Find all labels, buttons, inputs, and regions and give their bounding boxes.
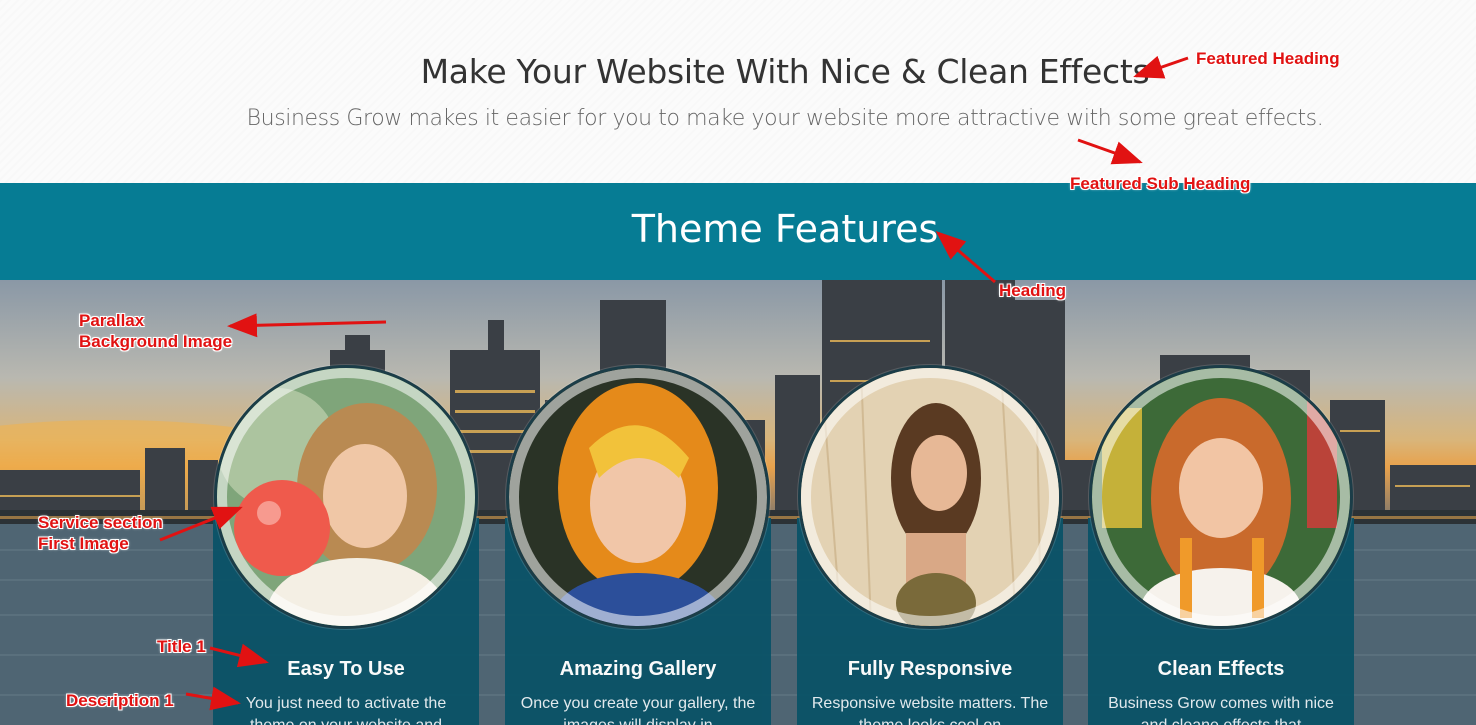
service-title: Fully Responsive	[847, 658, 1013, 680]
service-image-2[interactable]	[506, 365, 770, 629]
service-description: Responsive website matters. The theme lo…	[811, 695, 1049, 725]
service-image-1[interactable]	[214, 365, 478, 629]
service-image-4[interactable]	[1089, 365, 1353, 629]
annotation-service-line2: First Image	[38, 534, 129, 553]
featured-sub-heading: Business Grow makes it easier for you to…	[246, 106, 1324, 131]
annotation-description: Description 1	[66, 691, 174, 710]
annotation-title: Title 1	[157, 637, 206, 656]
service-title: Clean Effects	[1157, 658, 1285, 680]
annotation-parallax-line2: Background Image	[79, 332, 233, 351]
annotation-heading: Heading	[999, 281, 1067, 300]
service-description: Once you create your gallery, the images…	[520, 695, 756, 725]
service-title: Amazing Gallery	[559, 658, 717, 680]
service-description: Business Grow comes with nice and cleane…	[1108, 695, 1334, 725]
service-title: Easy To Use	[287, 658, 405, 680]
theme-features-heading: Theme Features	[631, 207, 939, 251]
annotation-parallax-line1: Parallax	[79, 311, 145, 330]
service-image-3[interactable]	[798, 365, 1062, 629]
featured-section: Make Your Website With Nice & Clean Effe…	[0, 0, 1476, 183]
annotation-service-line1: Service section	[38, 513, 163, 532]
annotation-featured-sub-heading: Featured Sub Heading	[1070, 174, 1251, 193]
service-description: You just need to activate the theme on y…	[245, 695, 447, 725]
theme-features-band: Theme Features	[0, 183, 1476, 280]
annotation-featured-heading: Featured Heading	[1196, 49, 1340, 68]
